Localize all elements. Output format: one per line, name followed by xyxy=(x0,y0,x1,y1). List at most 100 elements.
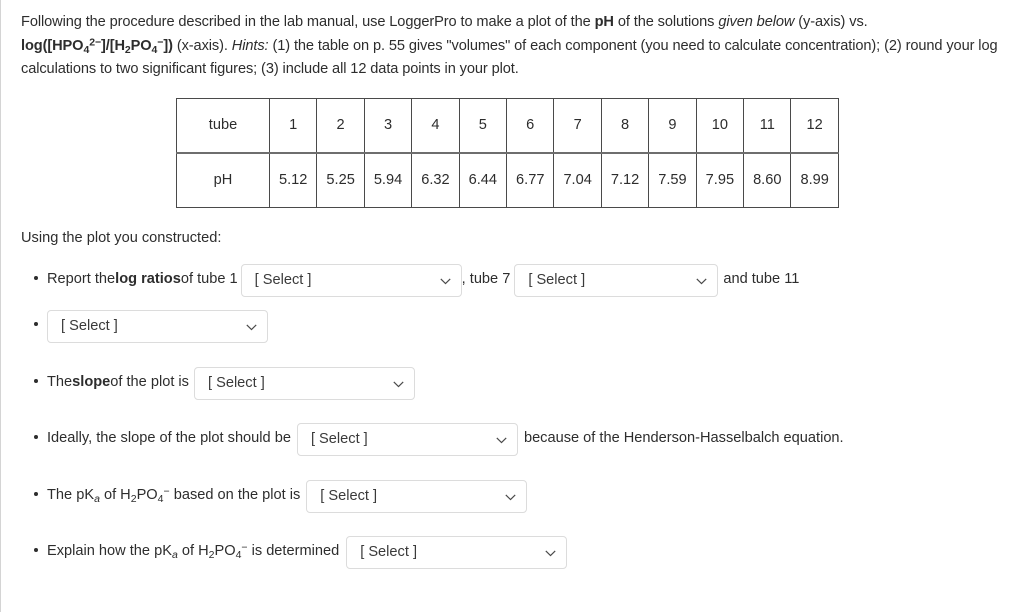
pka-explain-text-2: of H xyxy=(177,543,209,560)
log-ratios-row: Report the log ratios of tube 1 [ Select… xyxy=(47,263,1024,297)
log-ratios-text-4: and tube 11 xyxy=(723,271,800,288)
pka-value-text-3: PO xyxy=(136,487,158,504)
formula-sup-1: 2− xyxy=(89,36,101,49)
prompt-bold-ph: pH xyxy=(594,14,614,30)
slope-text-2: of the plot is xyxy=(110,374,189,391)
select-slope-value-text: [ Select ] xyxy=(207,374,265,391)
question-prompt: Following the procedure described in the… xyxy=(0,0,1024,82)
prompt-text-1: Following the procedure described in the… xyxy=(21,14,595,30)
prompt-formula: ([HPO42−]/[H2PO4−]) xyxy=(42,36,173,55)
log-ratios-text-1: Report the xyxy=(47,271,116,288)
table-cell-ph-7: 7.04 xyxy=(553,152,602,208)
pka-explain-text-3: PO xyxy=(214,543,236,560)
table-cell-ph-10: 7.95 xyxy=(695,152,745,208)
table-cell-tube-9: 9 xyxy=(648,97,697,154)
prompt-italic-given-below: given below xyxy=(718,14,795,30)
chevron-down-icon xyxy=(440,265,451,296)
table-cell-tube-5: 5 xyxy=(458,97,508,154)
table-cell-tube-3: 3 xyxy=(363,97,413,154)
table-cell-ph-6: 6.77 xyxy=(506,152,555,208)
ideal-slope-row: Ideally, the slope of the plot should be… xyxy=(47,422,1024,456)
table-cell-tube-12: 12 xyxy=(790,97,839,154)
chevron-down-icon xyxy=(246,311,257,342)
list-item-slope: The slope of the plot is [ Select ] xyxy=(0,366,1024,400)
prompt-italic-hints: Hints: xyxy=(231,37,269,54)
formula-po: PO xyxy=(130,37,152,54)
pka-explain-row: Explain how the pKa of H2PO4− is determi… xyxy=(47,535,1024,569)
chevron-down-icon xyxy=(696,265,707,296)
chevron-down-icon xyxy=(393,368,404,399)
prompt-text-3: (y-axis) vs. xyxy=(794,14,868,30)
prompt-text-2: of the solutions xyxy=(613,14,719,30)
prompt-text-4: (x-axis). xyxy=(172,37,232,54)
prompt-bold-log: log xyxy=(21,37,43,54)
select-slope-value[interactable]: [ Select ] xyxy=(193,366,415,400)
log-ratios-text-3: , tube 7 xyxy=(461,271,511,288)
select-pka-explain[interactable]: [ Select ] xyxy=(346,535,568,569)
table-cell-tube-1: 1 xyxy=(268,97,318,154)
table-cell-tube-8: 8 xyxy=(600,97,650,154)
pka-explain-text-4: is determined xyxy=(247,543,340,560)
select-log-ratio-tube7[interactable]: [ Select ] xyxy=(514,263,719,297)
select-log-ratio-tube11-value: [ Select ] xyxy=(61,317,118,334)
list-item-pka-explain: Explain how the pKa of H2PO4− is determi… xyxy=(0,535,1024,569)
log-ratios-text-2: of tube 1 xyxy=(180,271,238,288)
table-cell-ph-4: 6.32 xyxy=(411,152,460,208)
select-log-ratio-tube1[interactable]: [ Select ] xyxy=(240,263,462,297)
table-cell-ph-2: 5.25 xyxy=(316,152,365,208)
table-cell-ph-1: 5.12 xyxy=(268,152,318,208)
chevron-down-icon xyxy=(545,537,556,568)
table-cell-tube-4: 4 xyxy=(411,97,460,154)
chevron-down-icon xyxy=(496,424,507,455)
formula-close: ]) xyxy=(163,37,173,54)
pka-value-text: The pKa of H2PO4− based on the plot is xyxy=(47,487,300,505)
slope-row: The slope of the plot is [ Select ] xyxy=(47,366,1024,400)
ideal-slope-text-1: Ideally, the slope of the plot should be xyxy=(47,430,291,447)
table-cell-tube-6: 6 xyxy=(506,97,555,154)
table-header-ph: pH xyxy=(176,152,270,208)
list-item-ideal-slope: Ideally, the slope of the plot should be… xyxy=(0,422,1024,456)
pka-explain-text-1: Explain how the pK xyxy=(47,543,172,560)
select-ideal-slope[interactable]: [ Select ] xyxy=(296,422,518,456)
ph-data-table: tube 1 2 3 4 5 6 7 8 9 10 11 12 pH 5.12 xyxy=(176,97,839,208)
formula-open: ([HPO xyxy=(42,37,84,54)
table-header-tube: tube xyxy=(176,97,270,154)
ideal-slope-text-2: because of the Henderson-Hasselbalch equ… xyxy=(523,430,844,447)
table-cell-ph-5: 6.44 xyxy=(458,152,508,208)
table-row: pH 5.12 5.25 5.94 6.32 6.44 6.77 7.04 7.… xyxy=(176,152,839,208)
select-pka-value[interactable]: [ Select ] xyxy=(306,479,528,513)
table-cell-ph-12: 8.99 xyxy=(790,152,839,208)
table-cell-tube-11: 11 xyxy=(743,97,792,154)
slope-text-1: The xyxy=(47,374,73,391)
ph-table-wrapper: tube 1 2 3 4 5 6 7 8 9 10 11 12 pH 5.12 xyxy=(0,82,1024,208)
log-ratios-bold: log ratios xyxy=(115,271,181,288)
select-log-ratio-tube7-value: [ Select ] xyxy=(528,271,586,288)
table-cell-ph-11: 8.60 xyxy=(743,152,792,208)
formula-mid: ]/[H xyxy=(100,37,125,54)
using-the-plot-label: Using the plot you constructed: xyxy=(21,229,222,246)
pka-explain-text: Explain how the pKa of H2PO4− is determi… xyxy=(47,543,339,561)
select-ideal-slope-value: [ Select ] xyxy=(310,430,368,447)
list-item-pka-value: The pKa of H2PO4− based on the plot is [… xyxy=(0,479,1024,513)
list-item-log-ratio-tube11-wrapper: [ Select ] xyxy=(0,309,1024,343)
slope-bold: slope xyxy=(72,374,111,391)
pka-value-text-1: The pK xyxy=(47,487,95,504)
list-item-log-ratios: Report the log ratios of tube 1 [ Select… xyxy=(0,263,1024,297)
pka-value-text-2: of H xyxy=(99,487,131,504)
question-list: Report the log ratios of tube 1 [ Select… xyxy=(0,263,1024,569)
table-cell-tube-7: 7 xyxy=(553,97,602,154)
pka-value-text-4: based on the plot is xyxy=(169,487,301,504)
table-cell-ph-9: 7.59 xyxy=(648,152,697,208)
table-cell-tube-2: 2 xyxy=(316,97,365,154)
select-pka-explain-value: [ Select ] xyxy=(360,543,417,560)
page-content: Following the procedure described in the… xyxy=(0,0,1024,569)
pka-value-row: The pKa of H2PO4− based on the plot is [… xyxy=(47,479,1024,513)
chevron-down-icon xyxy=(505,481,516,512)
table-cell-tube-10: 10 xyxy=(695,97,745,154)
table-row: tube 1 2 3 4 5 6 7 8 9 10 11 12 xyxy=(176,97,839,154)
select-pka-value-text: [ Select ] xyxy=(320,487,378,504)
select-log-ratio-tube11[interactable]: [ Select ] xyxy=(47,309,268,343)
select-log-ratio-tube1-value: [ Select ] xyxy=(254,271,312,288)
table-cell-ph-3: 5.94 xyxy=(363,152,413,208)
table-cell-ph-8: 7.12 xyxy=(600,152,650,208)
